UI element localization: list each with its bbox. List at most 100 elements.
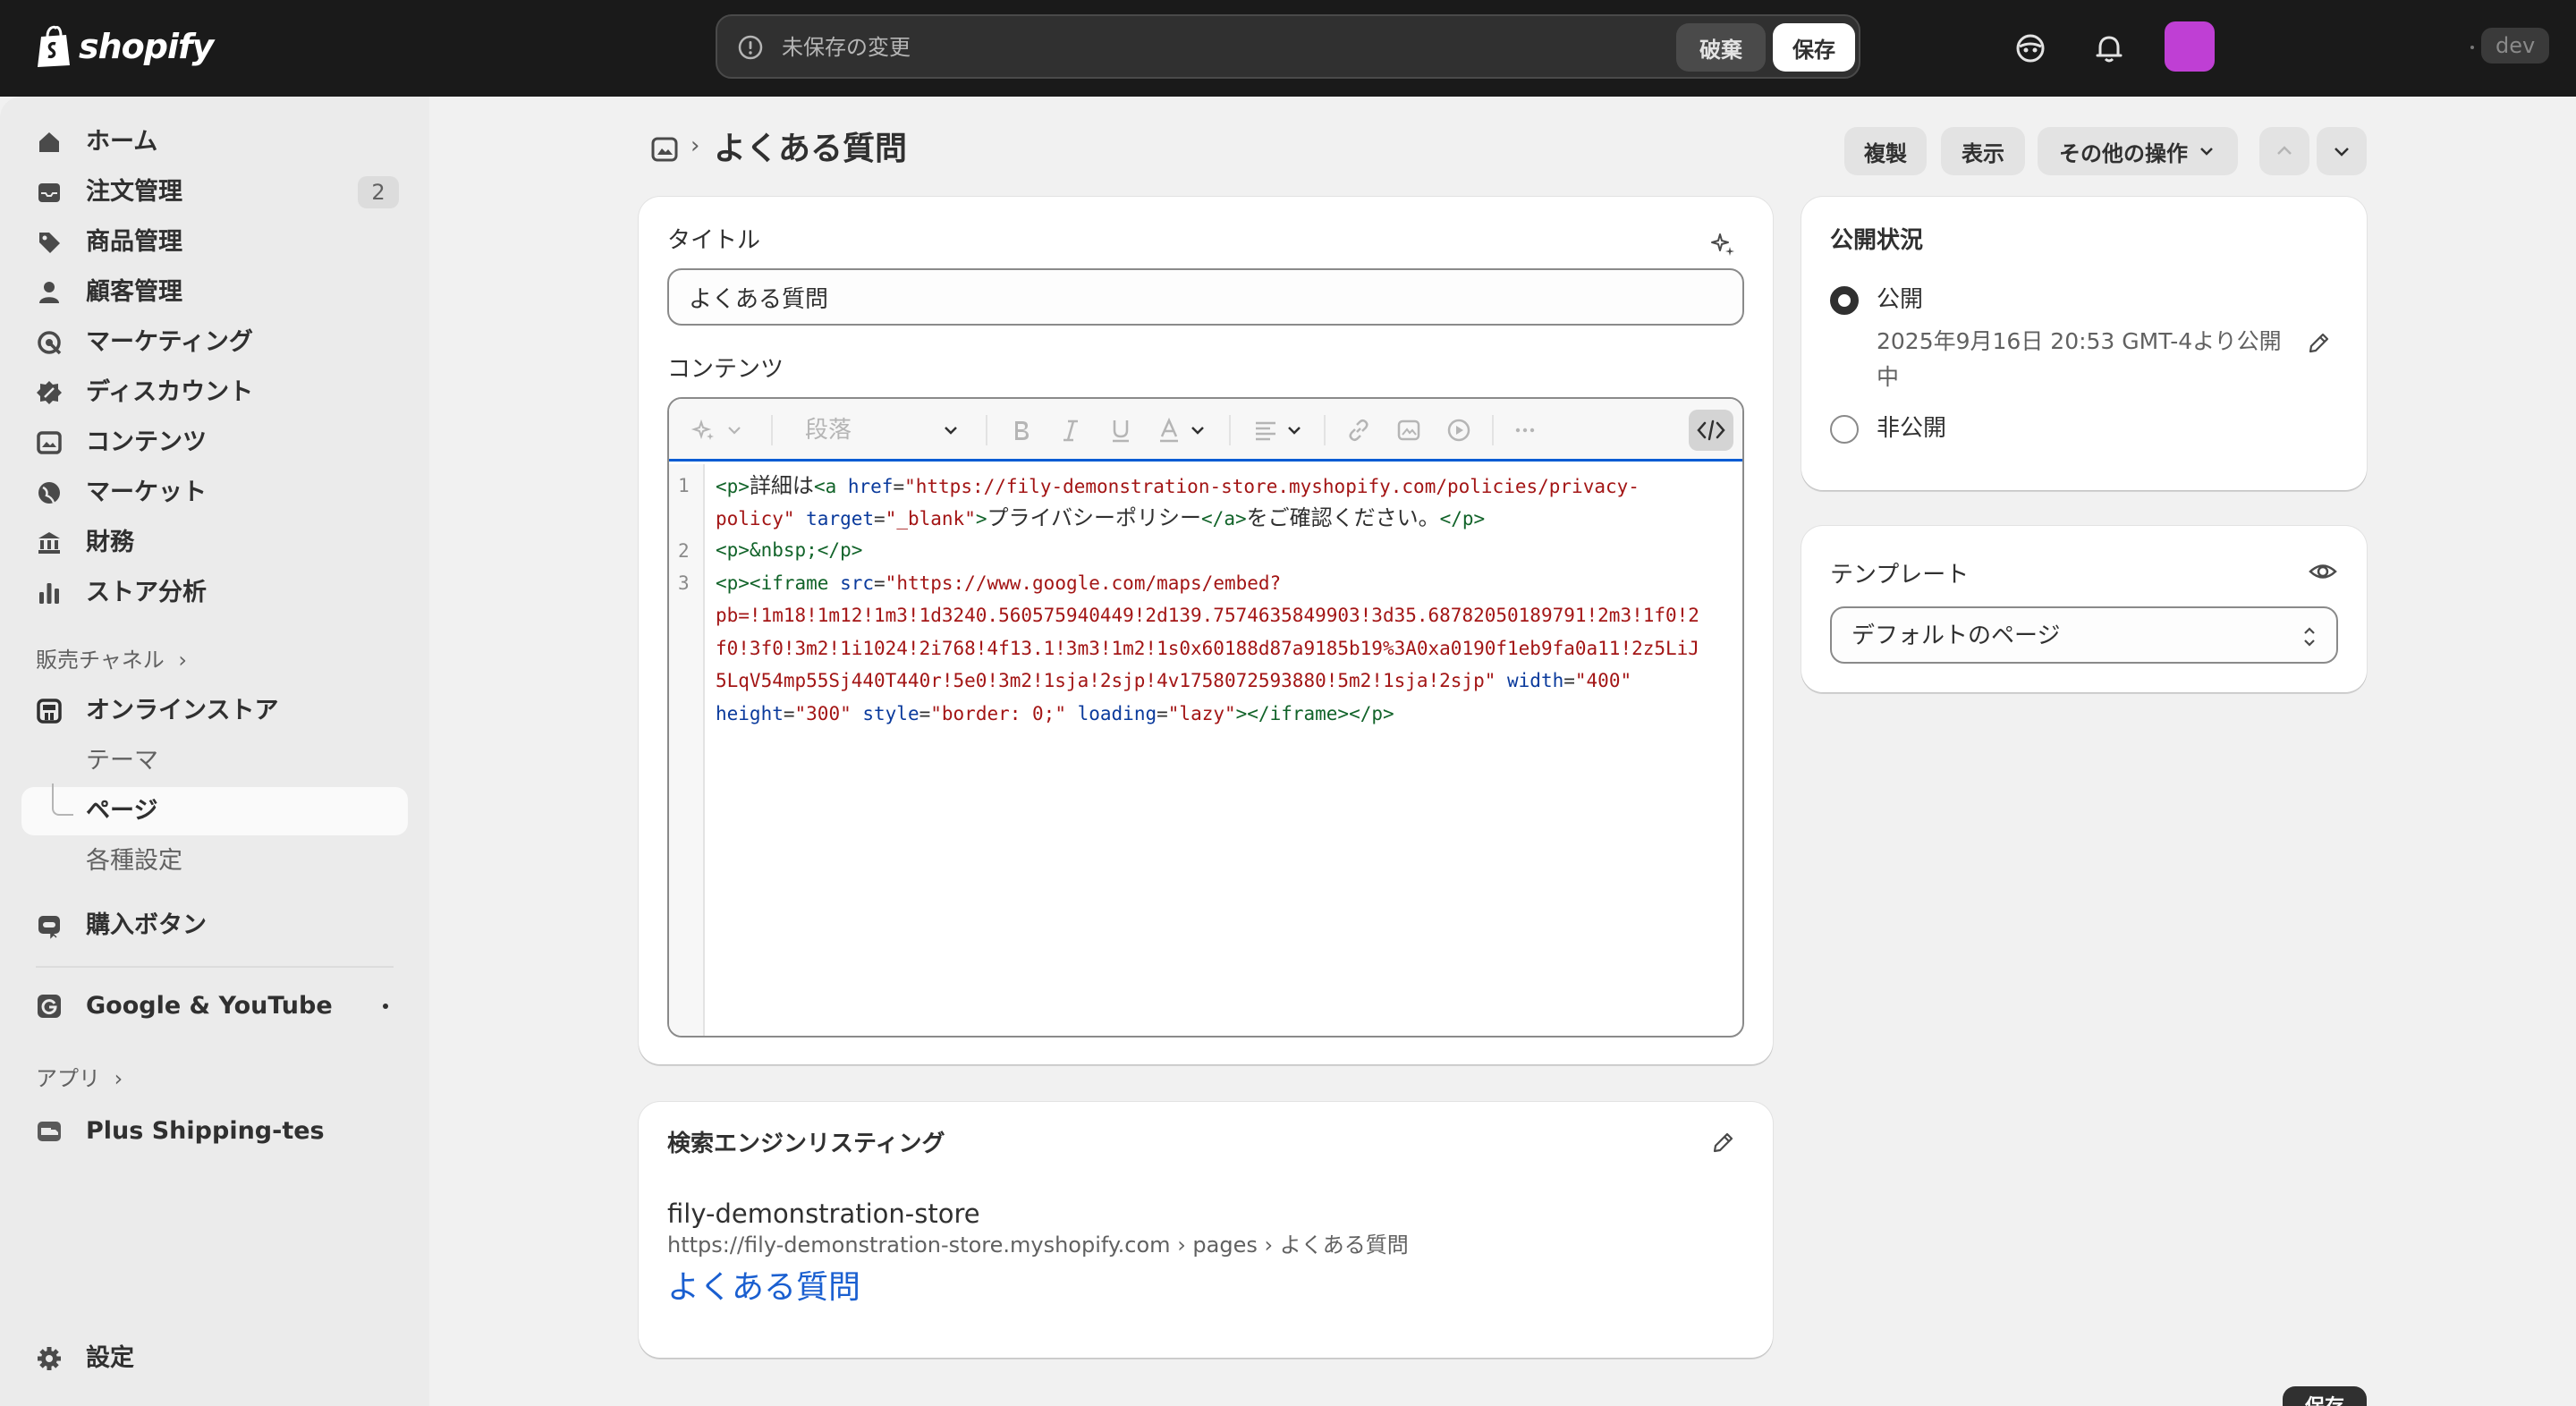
code-line[interactable]: height="300" style="border: 0;" loading=… bbox=[716, 698, 1730, 731]
truck-icon bbox=[38, 1122, 61, 1141]
view-button[interactable]: 表示 bbox=[1941, 127, 2025, 175]
content-icon bbox=[37, 431, 62, 454]
italic-icon[interactable] bbox=[1057, 417, 1084, 444]
visibility-card: 公開状況 公開 2025年9月16日 20:53 GMT-4より公開中 非公開 bbox=[1801, 197, 2367, 490]
title-input[interactable] bbox=[667, 268, 1744, 326]
sidebar-subitem-themes[interactable]: テーマ bbox=[21, 737, 408, 785]
code-line[interactable]: 5LqV54mp55Sj440T440r!5e0!3m2!1sja!2sjp!4… bbox=[716, 665, 1730, 698]
magic-sparkle-icon[interactable] bbox=[1708, 229, 1737, 258]
sidebar-item-markets[interactable]: マーケット bbox=[21, 469, 408, 517]
bell-icon[interactable] bbox=[2089, 29, 2129, 68]
gear-icon bbox=[38, 1347, 61, 1370]
text-color-icon[interactable] bbox=[1156, 417, 1182, 444]
content-breadcrumb-icon[interactable] bbox=[649, 134, 680, 165]
sidebar-item-online-store[interactable]: オンラインストア bbox=[21, 687, 408, 735]
home-icon bbox=[39, 132, 59, 152]
sales-channels-heading[interactable]: 販売チャネル › bbox=[36, 646, 187, 674]
save-button[interactable]: 保存 bbox=[1773, 23, 1855, 72]
avatar[interactable] bbox=[2165, 21, 2215, 72]
sidebar-item-label: テーマ bbox=[86, 747, 158, 775]
more-actions-label: その他の操作 bbox=[2059, 140, 2188, 166]
sidebar-item-finance[interactable]: 財務 bbox=[21, 519, 408, 567]
video-icon[interactable] bbox=[1445, 417, 1472, 444]
visibility-private-label[interactable]: 非公開 bbox=[1877, 413, 1946, 444]
sidebar-item-analytics[interactable]: ストア分析 bbox=[21, 569, 408, 617]
tree-connector bbox=[52, 783, 73, 816]
paragraph-format-select[interactable]: 段落 bbox=[805, 415, 852, 445]
sidebar-item-customers[interactable]: 顧客管理 bbox=[21, 268, 408, 317]
bold-icon[interactable] bbox=[1007, 417, 1034, 444]
sidebar-item-content[interactable]: コンテンツ bbox=[21, 419, 408, 467]
code-line[interactable]: f0!3f0!3m2!1i1024!2i768!4f13.1!3m3!1m2!1… bbox=[716, 632, 1730, 665]
apps-heading[interactable]: アプリ › bbox=[36, 1064, 123, 1093]
template-card: テンプレート デフォルトのページ bbox=[1801, 526, 2367, 692]
image-icon[interactable] bbox=[1395, 417, 1422, 444]
store-icon bbox=[37, 699, 62, 724]
sidekick-icon[interactable] bbox=[2011, 29, 2050, 68]
sidebar-item-discounts[interactable]: ディスカウント bbox=[21, 368, 408, 417]
chevron-down-icon[interactable] bbox=[937, 417, 964, 444]
code-line[interactable]: pb=!1m18!1m12!1m3!1d3240.560575940449!2d… bbox=[716, 599, 1730, 632]
discard-button[interactable]: 破棄 bbox=[1676, 23, 1766, 72]
template-select-value: デフォルトのページ bbox=[1852, 623, 2061, 649]
visibility-public-radio[interactable] bbox=[1830, 286, 1859, 315]
code-line[interactable]: <p><iframe src="https://www.google.com/m… bbox=[716, 567, 1730, 600]
sidebar-subitem-preferences[interactable]: 各種設定 bbox=[21, 837, 408, 885]
code-line[interactable]: <p>&nbsp;</p> bbox=[716, 534, 1730, 567]
align-left-icon[interactable] bbox=[1252, 417, 1279, 444]
sidebar-subitem-pages[interactable]: ページ bbox=[21, 787, 408, 835]
sidebar-item-home[interactable]: ホーム bbox=[21, 118, 408, 166]
shopify-logo[interactable]: shopify bbox=[36, 21, 214, 72]
visibility-private-radio[interactable] bbox=[1830, 415, 1859, 444]
sidebar-item-app[interactable]: Plus Shipping-tes bbox=[21, 1107, 408, 1156]
tag-icon bbox=[39, 233, 60, 253]
sidebar-item-label: ストア分析 bbox=[86, 579, 207, 606]
seo-listing-card: 検索エンジンリスティング fily-demonstration-store ht… bbox=[639, 1102, 1773, 1358]
divider bbox=[36, 966, 394, 968]
unsaved-changes-text: 未保存の変更 bbox=[782, 35, 911, 60]
alert-circle-icon bbox=[738, 35, 763, 60]
sidebar-item-orders[interactable]: 注文管理 2 bbox=[21, 168, 408, 216]
select-chevron-icon bbox=[2304, 627, 2315, 647]
store-badge[interactable]: dev bbox=[2481, 28, 2550, 64]
html-code-toggle-button[interactable] bbox=[1689, 410, 1733, 451]
link-icon[interactable] bbox=[1345, 417, 1372, 444]
chart-bar-icon bbox=[39, 583, 59, 604]
magic-sparkle-icon[interactable] bbox=[691, 417, 717, 444]
code-line[interactable]: policy" target="_blank">プライバシーポリシー</a>をご… bbox=[716, 502, 1730, 536]
dev-dot bbox=[2470, 46, 2474, 49]
orders-count-badge: 2 bbox=[358, 176, 399, 208]
visibility-title: 公開状況 bbox=[1830, 227, 1924, 254]
sidebar-item-settings[interactable]: 設定 bbox=[21, 1334, 408, 1383]
sidebar-item-label: ページ bbox=[86, 797, 158, 825]
chevron-down-icon[interactable] bbox=[1184, 417, 1211, 444]
code-line[interactable]: <p>詳細は<a href="https://fily-demonstratio… bbox=[716, 470, 1730, 504]
pencil-icon[interactable] bbox=[1708, 1129, 1737, 1157]
more-actions-button[interactable]: その他の操作 bbox=[2038, 127, 2238, 175]
line-number-gutter: 1 2 3 bbox=[669, 464, 705, 1036]
more-horizontal-icon[interactable] bbox=[1512, 417, 1538, 444]
underline-icon[interactable] bbox=[1107, 417, 1134, 444]
buy-button-icon bbox=[38, 916, 60, 939]
previous-page-button[interactable] bbox=[2259, 127, 2309, 175]
sales-channels-label: 販売チャネル bbox=[36, 648, 165, 673]
rich-text-editor[interactable]: 段落 1 2 3 <p>詳細は<a href="https://fily-dem… bbox=[667, 397, 1744, 1038]
next-page-button[interactable] bbox=[2317, 127, 2367, 175]
duplicate-button[interactable]: 複製 bbox=[1844, 127, 1927, 175]
chevron-down-icon[interactable] bbox=[1281, 417, 1308, 444]
line-number: 1 bbox=[678, 475, 690, 496]
pencil-icon[interactable] bbox=[2304, 329, 2333, 358]
title-label: タイトル bbox=[667, 227, 761, 254]
sidebar-item-products[interactable]: 商品管理 bbox=[21, 218, 408, 267]
sidebar-item-buy-button[interactable]: 購入ボタン bbox=[21, 902, 408, 950]
eye-icon[interactable] bbox=[2308, 556, 2338, 587]
visibility-public-label[interactable]: 公開 bbox=[1877, 284, 1923, 315]
sidebar-item-google-youtube[interactable]: Google & YouTube bbox=[21, 982, 408, 1030]
template-select[interactable]: デフォルトのページ bbox=[1830, 606, 2338, 664]
sidebar-item-label: コンテンツ bbox=[86, 428, 207, 456]
sidebar-item-marketing[interactable]: マーケティング bbox=[21, 318, 408, 367]
top-bar: shopify 未保存の変更 破棄 保存 dev bbox=[0, 0, 2576, 97]
footer-save-button[interactable]: 保存 bbox=[2283, 1386, 2367, 1406]
seo-card-title: 検索エンジンリスティング bbox=[667, 1131, 945, 1157]
chevron-down-icon[interactable] bbox=[721, 417, 748, 444]
